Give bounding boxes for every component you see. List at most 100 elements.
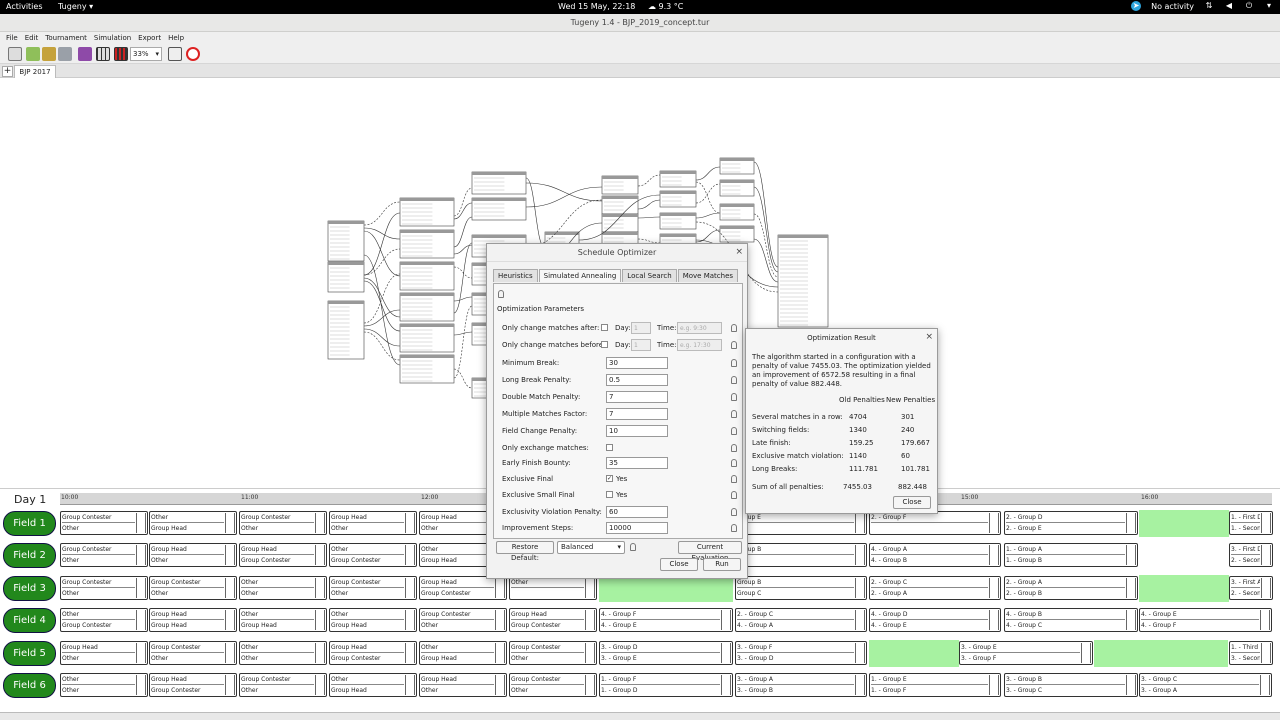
add-group-icon[interactable]	[26, 47, 40, 61]
graph-node[interactable]	[399, 197, 455, 227]
stop-icon[interactable]	[186, 47, 200, 61]
volume-icon[interactable]: ◀	[1224, 1, 1234, 11]
slot-handle[interactable]	[585, 610, 595, 630]
before-day-input[interactable]: 1	[631, 339, 651, 351]
slot-handle[interactable]	[405, 675, 415, 695]
graph-node[interactable]	[399, 229, 455, 259]
slot-handle[interactable]	[855, 513, 865, 533]
slot-handle[interactable]	[495, 610, 505, 630]
clock[interactable]: Wed 15 May, 22:18	[558, 2, 635, 11]
graph-node[interactable]	[719, 225, 755, 243]
match-slot[interactable]: Group Head Group Contester	[149, 673, 237, 697]
slot-handle[interactable]	[136, 643, 146, 663]
slot-handle[interactable]	[1126, 675, 1136, 695]
slot-handle[interactable]	[989, 610, 999, 630]
slot-handle[interactable]	[405, 578, 415, 598]
match-slot[interactable]: Group E	[735, 511, 867, 535]
match-slot[interactable]: 3. - Group B 3. - Group C	[1004, 673, 1138, 697]
match-slot[interactable]: Group Head Group Contester	[329, 641, 417, 665]
graph-node[interactable]	[659, 190, 697, 208]
slot-handle[interactable]	[855, 675, 865, 695]
match-slot[interactable]: Group Contester Other	[509, 673, 597, 697]
match-slot[interactable]: 3. - Group C 3. - Group A	[1139, 673, 1272, 697]
graph-node[interactable]	[601, 195, 639, 215]
only-after-checkbox[interactable]	[601, 324, 608, 331]
graph-node[interactable]	[399, 354, 455, 384]
slot-handle[interactable]	[136, 610, 146, 630]
match-slot[interactable]: Other Group Head	[329, 608, 417, 632]
slot-handle[interactable]	[585, 643, 595, 663]
after-day-input[interactable]: 1	[631, 322, 651, 334]
menu-file[interactable]: File	[6, 32, 18, 44]
slot-handle[interactable]	[136, 675, 146, 695]
slot-handle[interactable]	[855, 610, 865, 630]
param-input[interactable]: 7	[606, 391, 668, 403]
match-slot[interactable]: Group Contester Other	[60, 576, 148, 600]
field-button[interactable]: Field 4	[3, 608, 56, 633]
slot-handle[interactable]	[1126, 513, 1136, 533]
slot-handle[interactable]	[225, 610, 235, 630]
match-slot[interactable]: Group Contester Other	[239, 673, 327, 697]
slot-handle[interactable]	[136, 513, 146, 533]
current-evaluation-button[interactable]: Current Evaluation	[678, 541, 742, 562]
activity-status[interactable]: No activity	[1151, 2, 1194, 11]
power-icon[interactable]: ⏻	[1244, 1, 1254, 11]
lightbulb-icon[interactable]	[731, 524, 737, 532]
match-slot[interactable]: 3. - Group D 3. - Group E	[599, 641, 733, 665]
lightbulb-icon[interactable]	[731, 393, 737, 401]
match-slot[interactable]: Group B	[735, 543, 867, 567]
lightbulb-icon[interactable]	[731, 359, 737, 367]
slot-handle[interactable]	[1126, 545, 1136, 565]
match-slot[interactable]: 3. - Group A 3. - Group B	[735, 673, 867, 697]
preset-select[interactable]: Balanced ▾	[557, 541, 625, 554]
slot-handle[interactable]	[225, 545, 235, 565]
match-slot[interactable]: Group Contester Other	[149, 641, 237, 665]
field-button[interactable]: Field 6	[3, 673, 56, 698]
activities-button[interactable]: Activities	[6, 2, 43, 11]
graph-node[interactable]	[399, 323, 455, 353]
lightbulb-icon[interactable]	[731, 341, 737, 349]
free-slot[interactable]	[1094, 640, 1228, 667]
match-slot[interactable]: Group Contester Other	[60, 511, 148, 535]
match-slot[interactable]: 1. - Group A 1. - Group B	[1004, 543, 1138, 567]
before-time-input[interactable]: e.g. 17:30	[677, 339, 722, 351]
match-slot[interactable]: 2. - Group C 4. - Group A	[735, 608, 867, 632]
match-slot[interactable]: 3. - First ABC 2. - Second DEF	[1229, 576, 1273, 600]
slot-handle[interactable]	[855, 578, 865, 598]
match-slot[interactable]: Group Contester Other	[239, 511, 327, 535]
free-slot[interactable]	[1139, 510, 1229, 537]
match-slot[interactable]: Group B Group C	[735, 576, 867, 600]
match-slot[interactable]: 4. - Group F 4. - Group E	[599, 608, 733, 632]
chevron-down-icon[interactable]: ▾	[1264, 1, 1274, 11]
only-before-checkbox[interactable]	[601, 341, 608, 348]
match-slot[interactable]: 3. - Group F 3. - Group D	[735, 641, 867, 665]
match-slot[interactable]: 3. - First DEF 2. - Second ABC	[1229, 543, 1273, 567]
slot-handle[interactable]	[405, 513, 415, 533]
early-finish-input[interactable]: 35	[606, 457, 668, 469]
schedule-icon[interactable]	[114, 47, 128, 61]
graph-node[interactable]	[719, 203, 755, 221]
slot-handle[interactable]	[225, 578, 235, 598]
free-slot[interactable]	[869, 640, 959, 667]
match-slot[interactable]: Other Group Head	[329, 673, 417, 697]
graph-node[interactable]	[719, 179, 755, 197]
menu-tournament[interactable]: Tournament	[45, 32, 87, 44]
new-team-icon[interactable]	[8, 47, 22, 61]
tab-local-search[interactable]: Local Search	[622, 269, 677, 282]
match-slot[interactable]: Group Head Other	[60, 641, 148, 665]
close-button[interactable]: Close	[893, 496, 931, 509]
graph-node[interactable]	[601, 175, 639, 195]
slot-handle[interactable]	[989, 578, 999, 598]
slot-handle[interactable]	[315, 578, 325, 598]
app-menu[interactable]: Tugeny ▾	[58, 2, 93, 11]
close-icon[interactable]: ×	[735, 247, 743, 257]
match-slot[interactable]: 1. - Third DEF 3. - Second ABC	[1229, 641, 1273, 665]
lightbulb-icon[interactable]	[731, 491, 737, 499]
graph-node[interactable]	[471, 171, 527, 195]
link-icon[interactable]	[58, 47, 72, 61]
telegram-icon[interactable]: ➤	[1131, 1, 1142, 11]
slot-handle[interactable]	[721, 610, 731, 630]
slot-handle[interactable]	[585, 675, 595, 695]
exclusive-final-checkbox[interactable]: ✓	[606, 475, 613, 482]
exclusive-small-final-checkbox[interactable]	[606, 491, 613, 498]
